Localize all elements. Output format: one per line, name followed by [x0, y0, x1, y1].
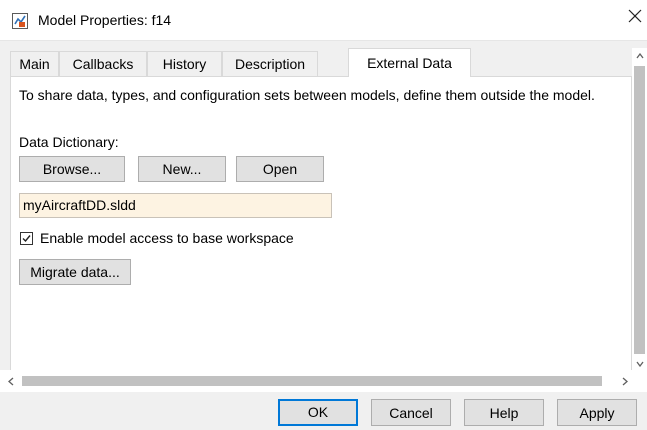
help-button[interactable]: Help: [464, 399, 544, 426]
browse-button[interactable]: Browse...: [19, 156, 125, 182]
open-button[interactable]: Open: [236, 156, 324, 182]
data-dictionary-field[interactable]: myAircraftDD.sldd: [19, 193, 332, 218]
tab-history[interactable]: History: [147, 51, 222, 76]
title-bar: Model Properties: f14: [0, 0, 647, 41]
tab-description[interactable]: Description: [222, 51, 318, 76]
vertical-scrollbar-thumb[interactable]: [634, 66, 645, 354]
simulink-model-icon: [12, 13, 28, 29]
external-data-panel: To share data, types, and configuration …: [10, 76, 632, 377]
tab-external-data[interactable]: External Data: [348, 48, 471, 77]
tab-callbacks[interactable]: Callbacks: [59, 51, 147, 76]
chevron-right-icon[interactable]: [622, 377, 628, 389]
horizontal-scrollbar-thumb[interactable]: [22, 376, 602, 386]
new-button[interactable]: New...: [138, 156, 226, 182]
chevron-down-icon[interactable]: [636, 360, 644, 370]
ok-button[interactable]: OK: [278, 399, 358, 426]
cancel-button[interactable]: Cancel: [371, 399, 451, 426]
data-dictionary-label: Data Dictionary:: [19, 134, 119, 150]
chevron-up-icon[interactable]: [636, 52, 644, 62]
chevron-left-icon[interactable]: [8, 377, 14, 389]
dialog-footer: OK Cancel Help Apply: [0, 393, 647, 430]
close-icon[interactable]: [628, 9, 647, 31]
base-workspace-checkbox[interactable]: [20, 232, 33, 245]
window-title: Model Properties: f14: [38, 12, 172, 28]
base-workspace-label[interactable]: Enable model access to base workspace: [40, 230, 294, 246]
apply-button[interactable]: Apply: [557, 399, 637, 426]
info-text: To share data, types, and configuration …: [19, 87, 595, 103]
tab-main[interactable]: Main: [10, 51, 59, 76]
migrate-data-button[interactable]: Migrate data...: [19, 259, 131, 285]
